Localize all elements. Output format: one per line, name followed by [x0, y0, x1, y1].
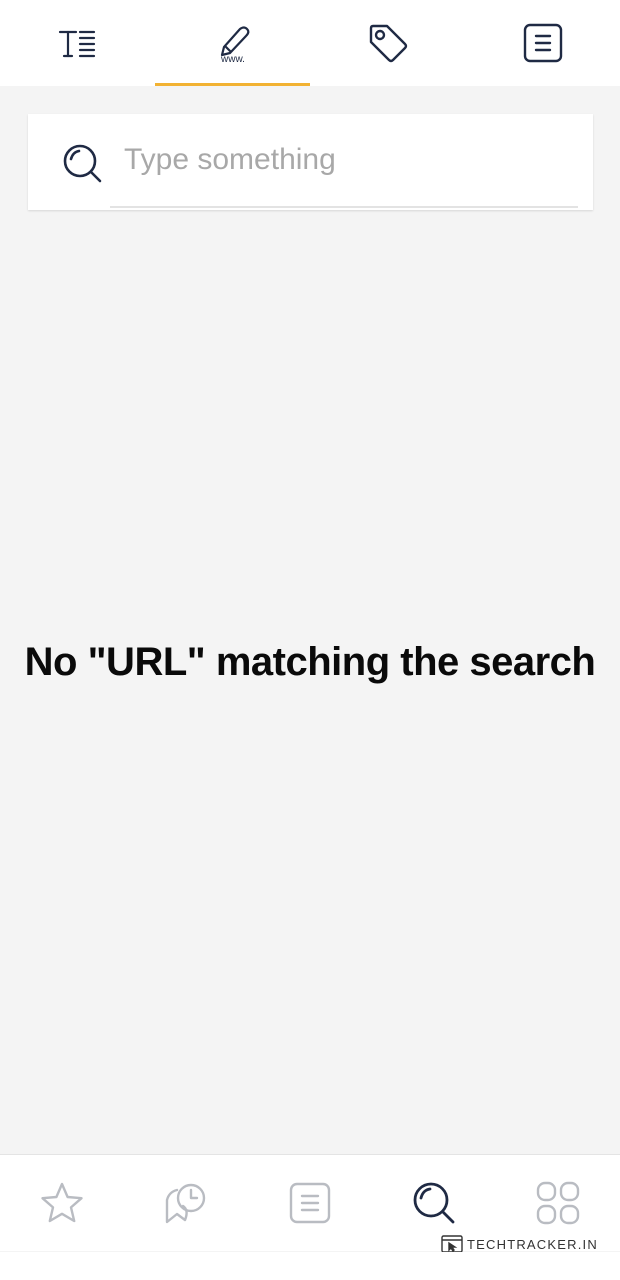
watermark: TECHTRACKER.IN: [441, 1234, 598, 1254]
star-icon: [41, 1182, 83, 1223]
selected-tab-indicator: [155, 83, 310, 86]
pen-www-icon: www.: [220, 26, 249, 63]
watermark-text: TECHTRACKER.IN: [467, 1236, 598, 1252]
svg-text:www.: www.: [220, 54, 245, 63]
search-icon: [63, 144, 102, 183]
empty-state-message: No "URL" matching the search: [24, 640, 596, 684]
grid-icon: [536, 1181, 580, 1225]
note-list-icon: [523, 23, 562, 63]
nav-notes[interactable]: [248, 1155, 372, 1251]
note-icon: [289, 1182, 331, 1224]
text-lines-icon: [58, 30, 95, 58]
top-tab-bar: www.: [0, 0, 620, 86]
tab-text[interactable]: [0, 0, 155, 86]
search-bar: [28, 114, 593, 210]
browser-cursor-icon: [441, 1235, 463, 1253]
system-navigation-bar: [0, 1252, 620, 1280]
search-input[interactable]: [110, 114, 578, 208]
search-icon: [413, 1182, 455, 1224]
tab-notes[interactable]: [465, 0, 620, 86]
nav-favorites[interactable]: [0, 1155, 124, 1251]
tab-tags[interactable]: [310, 0, 465, 86]
clock-bookmark-icon: [165, 1183, 206, 1224]
nav-history[interactable]: [124, 1155, 248, 1251]
tag-icon: [369, 24, 407, 63]
tab-url[interactable]: www.: [155, 0, 310, 86]
